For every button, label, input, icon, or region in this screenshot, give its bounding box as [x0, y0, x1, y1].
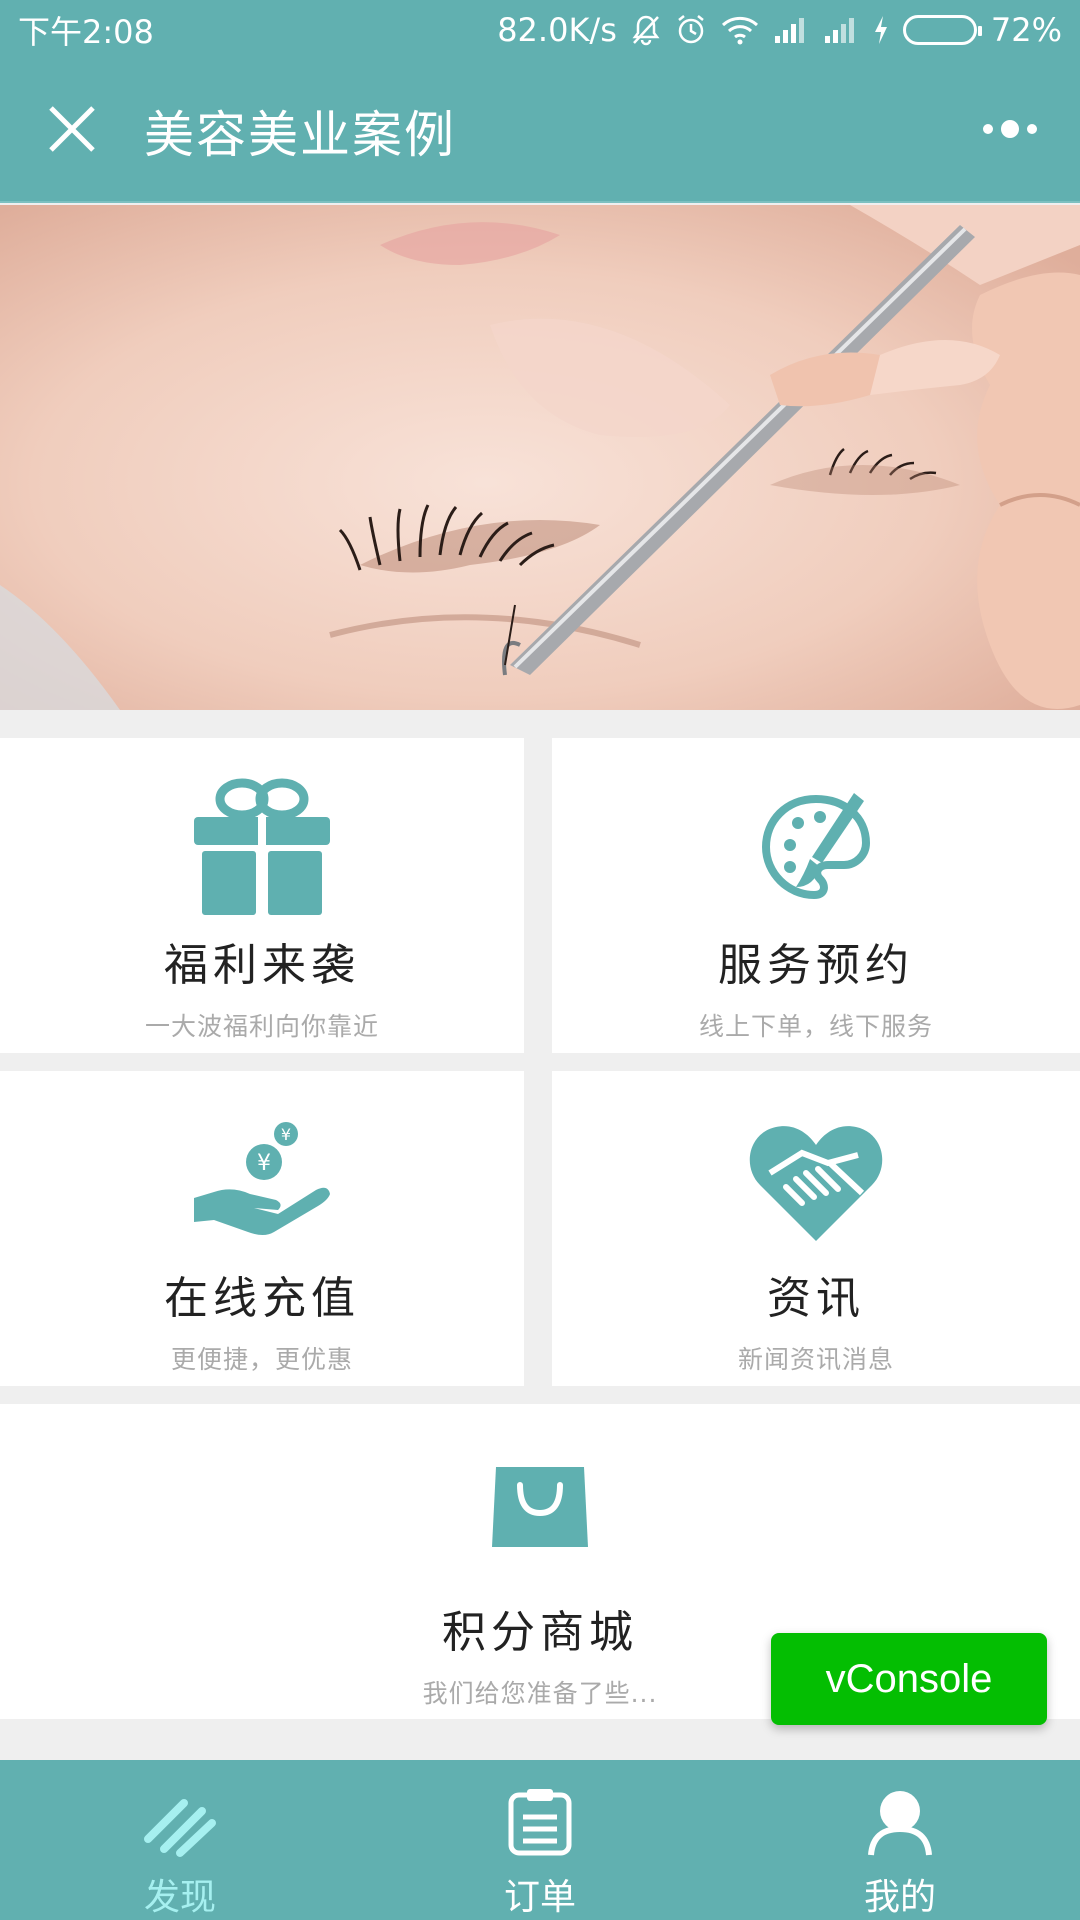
tab-discover[interactable]: 发现 — [0, 1760, 360, 1920]
tab-orders[interactable]: 订单 — [360, 1760, 720, 1920]
card-subtitle: 线上下单，线下服务 — [698, 1012, 933, 1041]
card-subtitle: 新闻资讯消息 — [737, 1345, 894, 1374]
page-title: 美容美业案例 — [144, 105, 456, 164]
user-icon — [855, 1782, 945, 1862]
banner-image[interactable] — [0, 205, 1080, 710]
hand-coins-icon: ¥ ¥ — [187, 1107, 337, 1252]
tab-mine[interactable]: 我的 — [720, 1760, 1080, 1920]
close-icon — [47, 104, 97, 158]
eyelash-extension-photo — [0, 205, 1080, 710]
network-speed: 82.0K/s — [497, 11, 617, 49]
signal-icon — [773, 16, 809, 44]
heart-handshake-icon — [741, 1107, 891, 1252]
tab-label: 我的 — [863, 1877, 936, 1918]
mute-bell-icon — [631, 14, 661, 46]
card-title: 在线充值 — [164, 1273, 360, 1324]
card-title: 积分商城 — [442, 1607, 638, 1658]
card-subtitle: 更便捷，更优惠 — [170, 1345, 353, 1374]
grid-card-booking[interactable]: 服务预约 线上下单，线下服务 — [552, 738, 1080, 1053]
svg-text:¥: ¥ — [281, 1125, 291, 1144]
tab-label: 订单 — [503, 1877, 576, 1918]
alarm-icon — [675, 14, 707, 46]
clipboard-icon — [495, 1782, 585, 1862]
vconsole-button[interactable]: vConsole — [771, 1633, 1047, 1725]
signal-icon-2 — [823, 16, 859, 44]
card-title: 福利来袭 — [164, 940, 360, 991]
grid-card-news[interactable]: 资讯 新闻资讯消息 — [552, 1071, 1080, 1386]
card-subtitle: 一大波福利向你靠近 — [144, 1012, 379, 1041]
card-title: 服务预约 — [718, 940, 914, 991]
palette-brush-icon — [741, 774, 891, 919]
card-title: 资讯 — [767, 1273, 865, 1324]
status-bar: 下午2:08 82.0K/s 72% — [0, 0, 1080, 60]
tab-bar: 发现 订单 我的 — [0, 1760, 1080, 1920]
more-icon — [980, 117, 1040, 145]
gift-icon — [187, 774, 337, 919]
shopping-bag-icon — [465, 1456, 615, 1556]
discover-icon — [135, 1782, 225, 1862]
wifi-icon — [721, 15, 759, 45]
title-bar: 美容美业案例 — [0, 60, 1080, 203]
grid-card-recharge[interactable]: ¥ ¥ 在线充值 更便捷，更优惠 — [0, 1071, 524, 1386]
charging-icon — [873, 15, 889, 45]
battery-percent: 72% — [990, 11, 1062, 49]
more-button[interactable] — [940, 59, 1080, 202]
status-right: 82.0K/s 72% — [497, 11, 1062, 49]
card-subtitle: 我们给您准备了些... — [422, 1679, 658, 1708]
grid-card-welfare[interactable]: 福利来袭 一大波福利向你靠近 — [0, 738, 524, 1053]
status-time: 下午2:08 — [18, 13, 154, 51]
battery-icon — [902, 15, 982, 45]
svg-text:¥: ¥ — [257, 1151, 271, 1176]
close-button[interactable] — [0, 59, 144, 202]
tab-label: 发现 — [143, 1877, 216, 1918]
